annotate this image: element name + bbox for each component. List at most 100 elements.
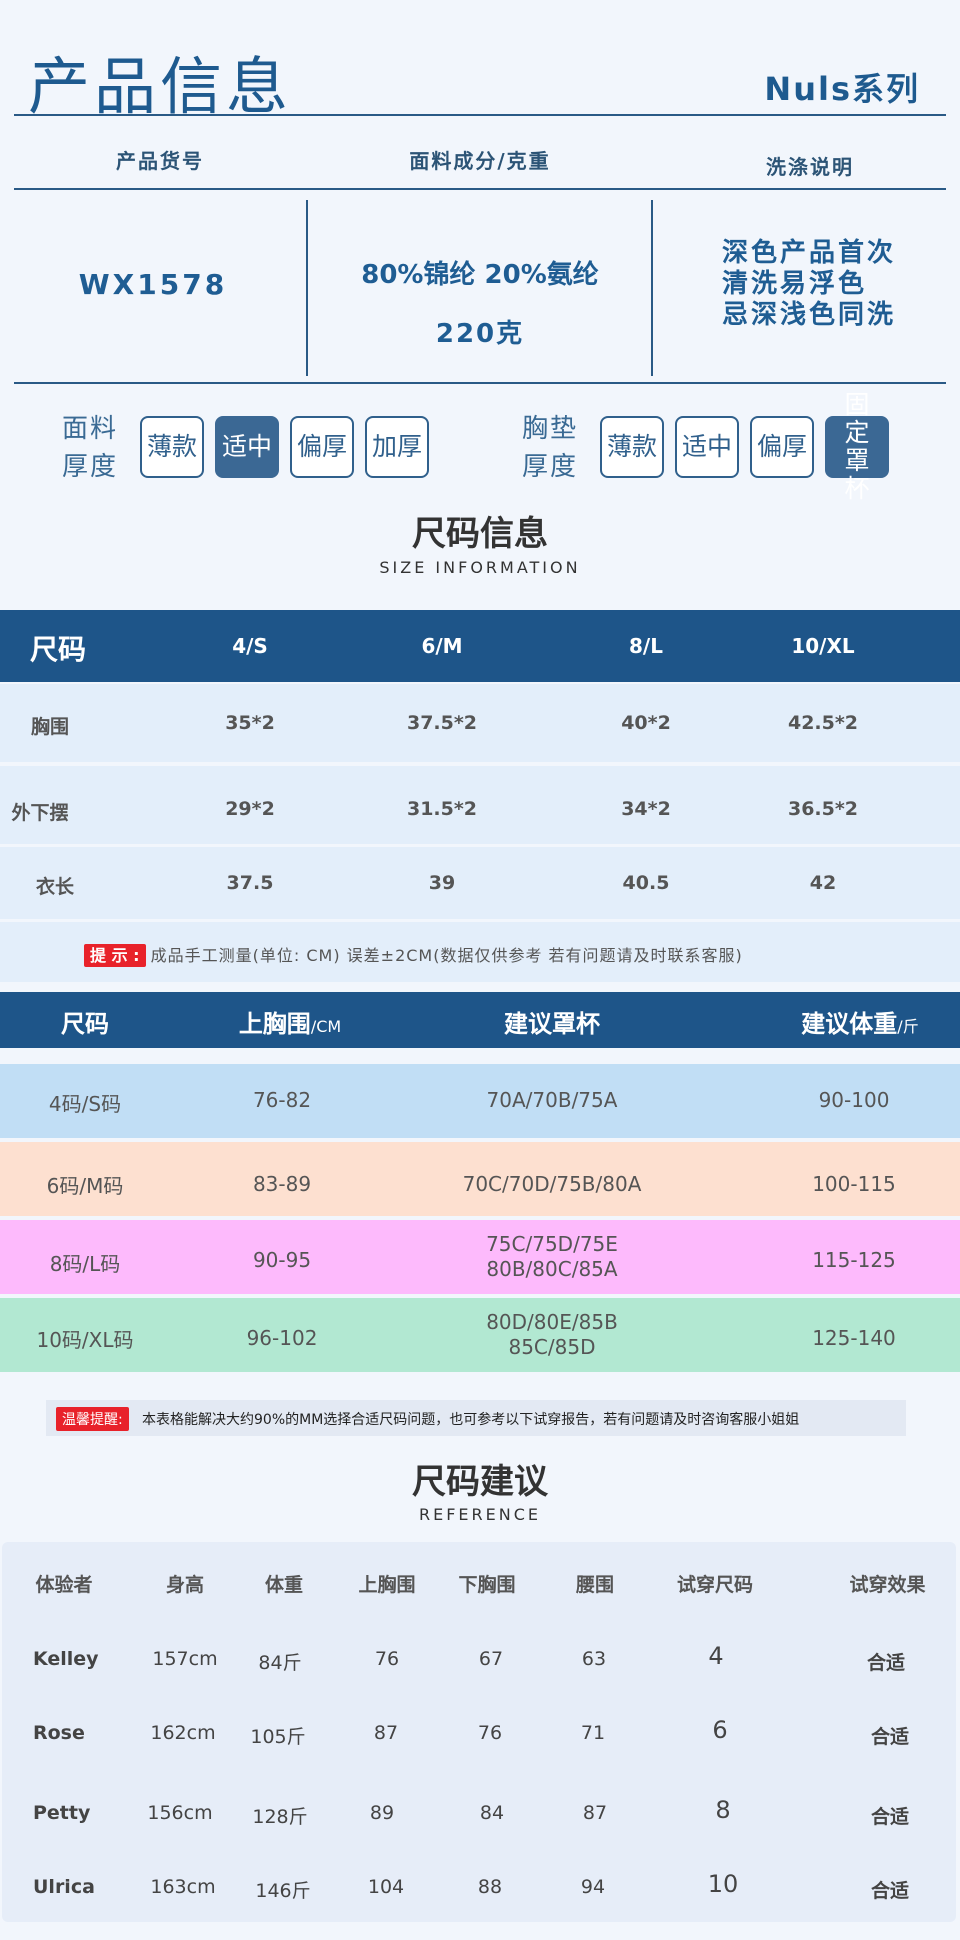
col-head-fabric: 面料成分/克重 bbox=[409, 149, 551, 173]
divider bbox=[14, 382, 946, 384]
size-section-subtitle: SIZE INFORMATION bbox=[379, 558, 581, 577]
table-cell: 42 bbox=[809, 872, 837, 894]
table-cell: Rose bbox=[33, 1722, 85, 1744]
fabric-option-medium: 适中 bbox=[215, 416, 279, 478]
divider bbox=[14, 114, 946, 116]
table-cell: 146斤 bbox=[255, 1880, 311, 1902]
table-cell: 163cm bbox=[150, 1876, 216, 1898]
table-cell: 94 bbox=[580, 1876, 606, 1898]
table-cell: 90-95 bbox=[252, 1248, 312, 1272]
table-cell: 4 bbox=[708, 1642, 724, 1670]
table-cell: 87 bbox=[373, 1722, 399, 1744]
table-row: 外下摆 29*2 31.5*2 34*2 36.5*2 bbox=[0, 766, 960, 844]
fabric-option-thick: 加厚 bbox=[365, 416, 429, 478]
size-tip: 提 示 : 成品手工测量(单位: CM) 误差±2CM(数据仅供参考 若有问题请… bbox=[0, 922, 960, 982]
page-title: 产品信息 bbox=[28, 50, 293, 123]
table-cell: 162cm bbox=[150, 1722, 216, 1744]
table-cell: 6 bbox=[712, 1716, 728, 1744]
table-cell: 76 bbox=[477, 1722, 503, 1744]
wash-instructions: 深色产品首次 清洗易浮色 忌深浅色同洗 bbox=[722, 238, 896, 331]
table-cell: 67 bbox=[478, 1648, 504, 1670]
pad-thickness-label: 胸垫 厚度 bbox=[522, 414, 579, 482]
col-head-code: 产品货号 bbox=[116, 149, 204, 173]
header-col: 4/S bbox=[232, 634, 268, 658]
divider bbox=[14, 188, 946, 190]
table-cell: 合适 bbox=[870, 1880, 909, 1902]
tip-text: 成品手工测量(单位: CM) 误差±2CM(数据仅供参考 若有问题请及时联系客服… bbox=[150, 946, 743, 965]
table-cell: 70C/70D/75B/80A bbox=[462, 1172, 642, 1196]
table-cell: 衣长 bbox=[35, 876, 74, 898]
table-cell: 39 bbox=[428, 872, 456, 894]
table-cell: 6码/M码 bbox=[46, 1174, 124, 1198]
header-col: 6/M bbox=[421, 634, 463, 658]
table-cell: 125-140 bbox=[812, 1326, 896, 1350]
table-cell: 29*2 bbox=[225, 798, 275, 820]
table-cell: 36.5*2 bbox=[787, 798, 859, 820]
wash-line: 忌深浅色同洗 bbox=[722, 300, 897, 330]
ref-section-subtitle: REFERENCE bbox=[418, 1505, 541, 1524]
table-cell: 合适 bbox=[870, 1806, 909, 1828]
table-cell: 71 bbox=[580, 1722, 606, 1744]
table-cell: 128斤 bbox=[252, 1806, 308, 1828]
table-row: 4码/S码 76-82 70A/70B/75A 90-100 bbox=[0, 1064, 960, 1138]
header-bust: 上胸围/CM bbox=[238, 1010, 342, 1038]
table-cell: 身高 bbox=[165, 1574, 204, 1596]
header-col: 8/L bbox=[629, 634, 663, 658]
header-size: 尺码 bbox=[30, 633, 87, 666]
table-cell: 84 bbox=[479, 1802, 505, 1824]
header-col: 10/XL bbox=[791, 634, 855, 658]
table-row: Ulrica 163cm 146斤 104 88 94 10 合适 bbox=[0, 1866, 960, 1906]
table-cell: 63 bbox=[581, 1648, 607, 1670]
table-cell: 合适 bbox=[866, 1652, 905, 1674]
table-row: Petty 156cm 128斤 89 84 87 8 合适 bbox=[0, 1792, 960, 1832]
table-row: 衣长 37.5 39 40.5 42 bbox=[0, 847, 960, 919]
fabric-option-thicker: 偏厚 bbox=[290, 416, 354, 478]
table-cell: 105斤 bbox=[250, 1726, 306, 1748]
table-cell: 37.5*2 bbox=[406, 712, 478, 734]
table-cell: 8 bbox=[715, 1796, 731, 1824]
table-cell: 87 bbox=[582, 1802, 608, 1824]
recommend-note: 温馨提醒: 本表格能解决大约90%的MM选择合适尺码问题，也可参考以下试穿报告，… bbox=[46, 1400, 906, 1436]
header-weight: 建议体重/斤 bbox=[801, 1010, 919, 1038]
table-cell: 35*2 bbox=[225, 712, 275, 734]
table-cell: 40*2 bbox=[621, 712, 671, 734]
pad-option-fixed-cup: 固定罩杯 bbox=[825, 391, 889, 503]
table-cell: 80D/80E/85B 85C/85D bbox=[486, 1310, 618, 1359]
table-cell: 42.5*2 bbox=[787, 712, 859, 734]
fabric-thickness-label: 面料 厚度 bbox=[62, 414, 119, 482]
table-cell: 40.5 bbox=[622, 872, 670, 894]
note-text: 本表格能解决大约90%的MM选择合适尺码问题，也可参考以下试穿报告，若有问题请及… bbox=[142, 1412, 800, 1428]
table-cell: 37.5 bbox=[226, 872, 274, 894]
table-cell: 156cm bbox=[147, 1802, 213, 1824]
table-cell: 88 bbox=[477, 1876, 503, 1898]
table-cell: 10 bbox=[707, 1870, 739, 1898]
header-size: 尺码 bbox=[61, 1010, 109, 1038]
fabric-option-thin: 薄款 bbox=[140, 416, 204, 478]
table-cell: 100-115 bbox=[812, 1172, 896, 1196]
header-cup: 建议罩杯 bbox=[504, 1010, 600, 1038]
table-cell: 76 bbox=[374, 1648, 400, 1670]
table-row: Rose 162cm 105斤 87 76 71 6 合适 bbox=[0, 1712, 960, 1752]
table-cell: 体验者 bbox=[35, 1574, 93, 1596]
table-row: 8码/L码 90-95 75C/75D/75E 80B/80C/85A 115-1… bbox=[0, 1220, 960, 1294]
table-cell: 90-100 bbox=[818, 1088, 890, 1112]
table-cell: 试穿效果 bbox=[849, 1574, 926, 1596]
table-cell: 合适 bbox=[870, 1726, 909, 1748]
table-cell: 外下摆 bbox=[11, 802, 69, 824]
wash-line: 清洗易浮色 bbox=[722, 269, 868, 299]
divider bbox=[651, 200, 653, 376]
series-name: Nuls系列 bbox=[764, 70, 920, 108]
table-cell: Kelley bbox=[33, 1648, 99, 1670]
table-row: 6码/M码 83-89 70C/70D/75B/80A 100-115 bbox=[0, 1142, 960, 1216]
table-cell: Ulrica bbox=[33, 1876, 95, 1898]
table-cell: 34*2 bbox=[621, 798, 671, 820]
divider bbox=[306, 200, 308, 376]
table-cell: 10码/XL码 bbox=[36, 1328, 134, 1352]
table-cell: 89 bbox=[369, 1802, 395, 1824]
table-cell: 76-82 bbox=[252, 1088, 312, 1112]
ref-header: 体验者 身高 体重 上胸围 下胸围 腰围 试穿尺码 试穿效果 bbox=[0, 1560, 960, 1600]
wash-line: 深色产品首次 bbox=[722, 238, 897, 268]
table-cell: 115-125 bbox=[812, 1248, 896, 1272]
size-table-header: 尺码 4/S 6/M 8/L 10/XL bbox=[0, 610, 960, 682]
table-row: 胸围 35*2 37.5*2 40*2 42.5*2 bbox=[0, 684, 960, 762]
